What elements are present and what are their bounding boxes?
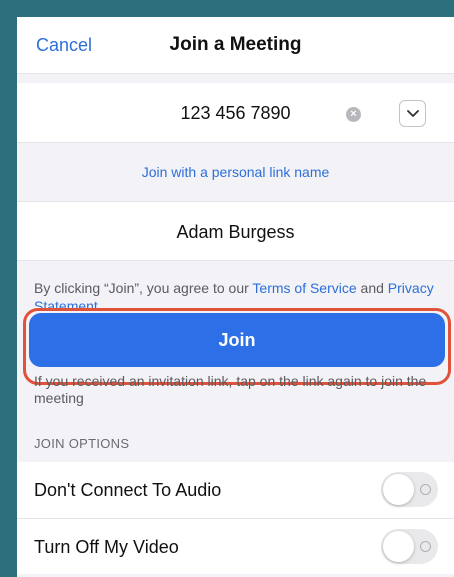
personal-link-name-link[interactable]: Join with a personal link name: [17, 164, 454, 180]
terms-prefix: By clicking “Join”, you agree to our: [34, 280, 253, 296]
toggle-knob: [383, 474, 414, 505]
terms-middle: and: [356, 280, 388, 296]
video-toggle[interactable]: [381, 529, 438, 564]
option-row-video: Turn Off My Video: [17, 518, 454, 574]
meeting-id-input[interactable]: 123 456 7890: [17, 103, 454, 124]
toggle-off-icon: [420, 484, 431, 495]
invitation-note: If you received an invitation link, tap …: [34, 373, 427, 406]
display-name-input[interactable]: Adam Burgess: [17, 222, 454, 243]
toggle-knob: [383, 531, 414, 562]
page-title: Join a Meeting: [169, 34, 302, 55]
join-button[interactable]: Join: [29, 313, 445, 367]
display-name-row: Adam Burgess: [17, 201, 454, 261]
chevron-down-icon: [407, 110, 419, 117]
join-meeting-screen: Cancel Join a Meeting 123 456 7890 × Joi…: [17, 17, 454, 577]
meeting-id-row: 123 456 7890 ×: [17, 83, 454, 143]
option-row-audio: Don't Connect To Audio: [17, 462, 454, 518]
meeting-history-dropdown-button[interactable]: [399, 100, 426, 127]
navigation-bar: Cancel Join a Meeting: [17, 17, 454, 74]
terms-of-service-link[interactable]: Terms of Service: [252, 280, 356, 296]
join-options-header: JOIN OPTIONS: [34, 436, 130, 451]
audio-toggle[interactable]: [381, 472, 438, 507]
toggle-off-icon: [420, 541, 431, 552]
clear-icon[interactable]: ×: [346, 107, 361, 122]
option-label-video: Turn Off My Video: [34, 537, 179, 557]
option-label-audio: Don't Connect To Audio: [34, 480, 222, 500]
